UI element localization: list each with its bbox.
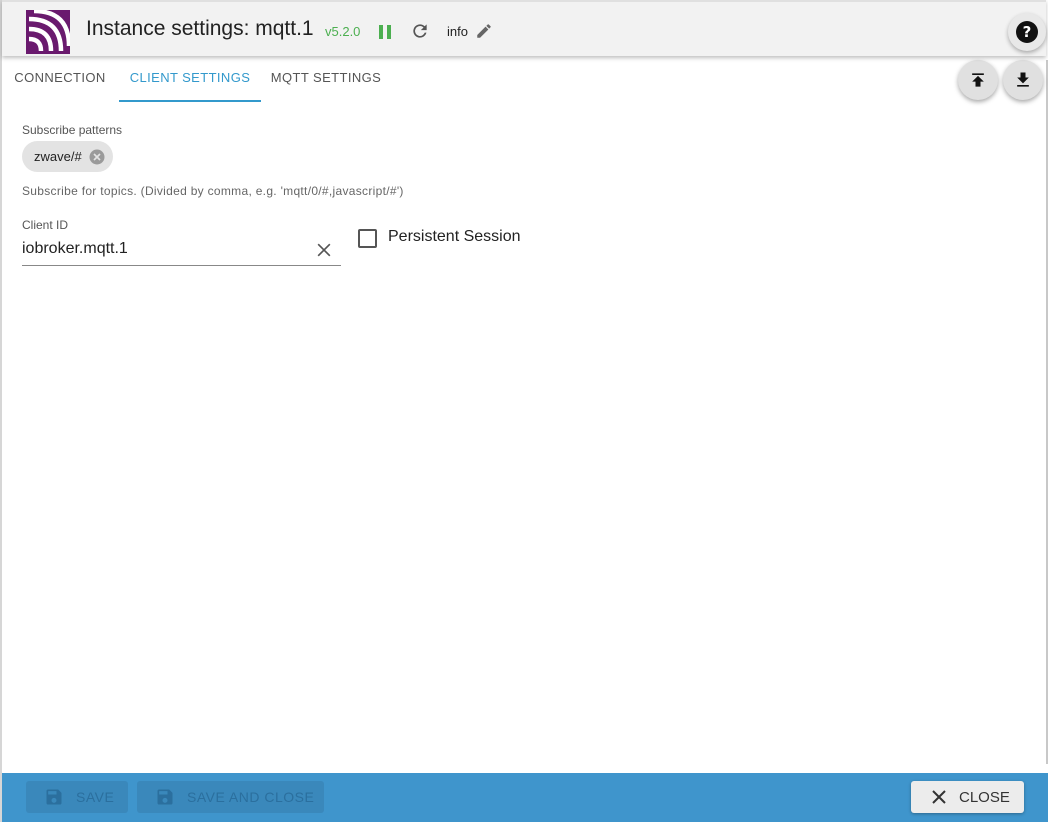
- page-title: Instance settings: mqtt.1: [86, 17, 314, 40]
- close-button[interactable]: CLOSE: [911, 781, 1024, 813]
- subscribe-helper-text: Subscribe for topics. (Divided by comma,…: [22, 184, 404, 198]
- edit-icon[interactable]: [475, 22, 493, 40]
- save-button[interactable]: SAVE: [26, 781, 128, 813]
- pause-icon[interactable]: [378, 24, 392, 40]
- upload-icon: [972, 73, 984, 87]
- save-and-close-button[interactable]: SAVE AND CLOSE: [137, 781, 324, 813]
- close-icon: [932, 790, 946, 804]
- persistent-session-checkbox[interactable]: [358, 229, 377, 248]
- window-left-border: [0, 0, 2, 822]
- tab-mqtt-settings[interactable]: MQTT SETTINGS: [262, 56, 390, 100]
- version-badge: v5.2.0: [325, 24, 361, 39]
- save-button-label: SAVE: [76, 789, 115, 805]
- subscribe-chip-label: zwave/#: [34, 149, 82, 164]
- client-id-field[interactable]: iobroker.mqtt.1: [22, 234, 341, 266]
- client-id-label: Client ID: [22, 218, 69, 232]
- save-icon: [46, 789, 62, 805]
- save-icon: [157, 789, 173, 805]
- subscribe-patterns-label: Subscribe patterns: [22, 123, 123, 137]
- log-level-label[interactable]: info: [447, 24, 468, 39]
- clear-icon[interactable]: [314, 240, 334, 260]
- tab-client-settings[interactable]: CLIENT SETTINGS: [119, 56, 261, 102]
- download-settings-button[interactable]: [1003, 60, 1043, 100]
- persistent-session-label[interactable]: Persistent Session: [388, 228, 521, 246]
- help-icon: ?: [1016, 21, 1038, 43]
- tab-connection[interactable]: CONNECTION: [2, 56, 118, 100]
- save-and-close-button-label: SAVE AND CLOSE: [187, 789, 315, 805]
- dialog-header: Instance settings: mqtt.1 v5.2.0 info ?: [2, 0, 1046, 56]
- reload-icon[interactable]: [410, 21, 430, 41]
- mqtt-logo-icon: [26, 10, 70, 54]
- download-icon: [1017, 72, 1029, 87]
- upload-settings-button[interactable]: [958, 60, 998, 100]
- help-button[interactable]: ?: [1008, 13, 1046, 51]
- dialog-footer: SAVE SAVE AND CLOSE CLOSE: [2, 773, 1048, 822]
- close-button-label: CLOSE: [959, 788, 1010, 806]
- chip-delete-icon[interactable]: [88, 148, 106, 166]
- subscribe-chip[interactable]: zwave/#: [22, 141, 113, 172]
- svg-text:?: ?: [1023, 23, 1032, 41]
- client-id-value[interactable]: iobroker.mqtt.1: [22, 240, 128, 258]
